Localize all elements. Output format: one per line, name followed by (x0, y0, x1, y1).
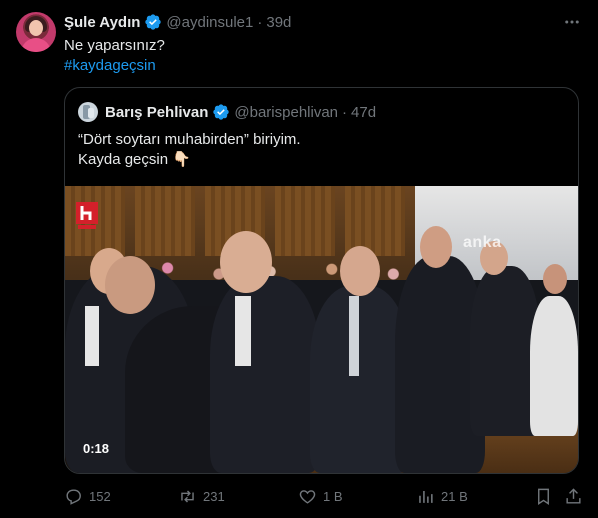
share-icon (566, 487, 581, 504)
repost-icon (181, 489, 194, 503)
views-icon (419, 490, 433, 503)
repost-button[interactable]: 231 (178, 486, 225, 506)
tweet-text: Ne yaparsınız? (64, 37, 165, 54)
author-handle[interactable]: @aydinsule1 (166, 14, 253, 31)
reply-button[interactable]: 152 (64, 486, 111, 506)
halk-logo-icon (76, 202, 98, 229)
video-duration: 0:18 (83, 441, 110, 456)
quoted-tweet-header: Barış Pehlivan @barispehlivan · 47d (105, 102, 376, 122)
separator-dot: · (342, 103, 348, 121)
reply-icon (66, 488, 81, 505)
quoted-tweet-text-line-2: Kayda geçsin 👇🏻 (78, 151, 191, 168)
quoted-author-avatar (78, 102, 98, 122)
quoted-author-name: Barış Pehlivan (105, 103, 209, 121)
separator-dot: · (257, 13, 263, 31)
views-count: 21 B (441, 488, 468, 504)
like-button[interactable]: 1 B (298, 486, 343, 506)
quoted-author-handle: @barispehlivan (234, 103, 339, 121)
quoted-tweet-text-line-1: “Dört soytarı muhabirden” biriyim. (78, 131, 301, 148)
tweet-actions: 152 231 1 B 21 B (64, 486, 584, 506)
reply-count: 152 (89, 488, 111, 504)
tweet-time[interactable]: 39d (266, 14, 291, 31)
tweet-header: Şule Aydın @aydinsule1 · 39d (64, 12, 291, 32)
author-name[interactable]: Şule Aydın (64, 14, 140, 31)
hashtag-link[interactable]: #kaydageçsin (64, 56, 156, 76)
like-count: 1 B (323, 488, 343, 504)
quoted-tweet[interactable]: Barış Pehlivan @barispehlivan · 47d “Dör… (64, 87, 579, 474)
share-button[interactable] (564, 486, 583, 506)
repost-count: 231 (203, 488, 225, 504)
verified-icon (213, 104, 230, 120)
anka-watermark: anka (463, 234, 502, 251)
views-button[interactable]: 21 B (416, 486, 468, 506)
bookmark-icon (538, 488, 549, 505)
bookmark-button[interactable] (534, 486, 553, 506)
author-avatar[interactable] (16, 12, 56, 52)
verified-icon (145, 14, 162, 30)
more-icon[interactable] (562, 12, 582, 32)
quoted-tweet-time: 47d (351, 103, 377, 121)
like-icon (299, 489, 316, 504)
video-player[interactable]: anka 0:18 (65, 186, 578, 473)
